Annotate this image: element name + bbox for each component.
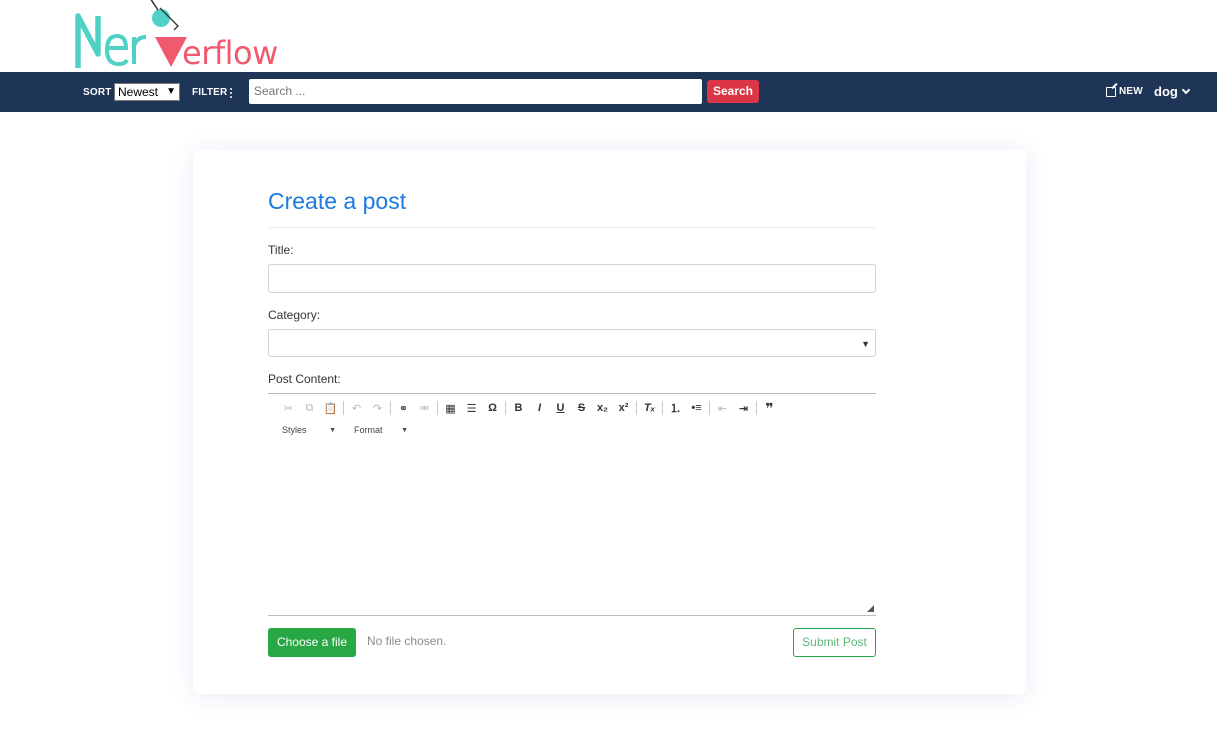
copy-icon[interactable]: ⧉ (299, 400, 320, 416)
search-button[interactable]: Search (707, 80, 759, 103)
link-icon[interactable]: ⚭ (393, 400, 414, 416)
toolbar-separator (437, 401, 438, 415)
strike-icon[interactable]: S (571, 400, 592, 416)
subscript-icon[interactable]: x₂ (592, 400, 613, 416)
toolbar-separator (343, 401, 344, 415)
dropdown-arrow-icon: ▼ (401, 427, 408, 434)
filter-label: FILTER (192, 87, 228, 98)
sort-select[interactable]: Newest ▼ (114, 83, 180, 101)
styles-combo[interactable]: Styles ▼ (282, 425, 336, 435)
remove-format-icon[interactable]: Tₓ (639, 400, 660, 416)
toolbar-separator (662, 401, 663, 415)
editor-top-border (268, 393, 876, 394)
page-title: Create a post (268, 188, 407, 214)
editor-bottom-border (268, 615, 876, 616)
numbered-list-icon[interactable]: ⒈ (665, 400, 686, 416)
toolbar-separator (709, 401, 710, 415)
title-divider (268, 227, 876, 228)
file-status: No file chosen. (367, 634, 447, 648)
superscript-icon[interactable]: x² (613, 400, 634, 416)
sort-label: SORT (83, 87, 112, 98)
horizontal-line-icon[interactable]: ☰ (461, 400, 482, 416)
top-navbar: SORT Newest ▼ FILTER Search NEW dog (0, 72, 1217, 112)
redo-icon[interactable]: ↷ (367, 400, 388, 416)
username: dog (1154, 84, 1178, 99)
create-post-card: Create a post Title: Category: ▼ Post Co… (193, 150, 1026, 694)
undo-icon[interactable]: ↶ (346, 400, 367, 416)
editor-combos: Styles ▼ Format ▼ (282, 425, 408, 435)
filter-button[interactable]: FILTER (192, 87, 233, 98)
unlink-icon[interactable]: ⚮ (414, 400, 435, 416)
new-post-button[interactable]: NEW (1106, 86, 1143, 97)
logo-bar: erflow (0, 0, 1217, 72)
new-label: NEW (1119, 86, 1143, 97)
chevron-down-icon (1181, 85, 1191, 94)
toolbar-separator (756, 401, 757, 415)
dropdown-arrow-icon: ▼ (166, 86, 176, 97)
submit-post-button[interactable]: Submit Post (793, 628, 876, 657)
sort-value: Newest (118, 85, 159, 99)
cut-icon[interactable]: ✂ (278, 400, 299, 416)
bold-icon[interactable]: B (508, 400, 529, 416)
paste-icon[interactable]: 📋 (320, 400, 341, 416)
table-icon[interactable]: ▦ (440, 400, 461, 416)
site-logo[interactable]: erflow (74, 0, 306, 72)
blockquote-icon[interactable]: ❞ (759, 400, 780, 416)
resize-handle-icon[interactable] (867, 605, 874, 612)
svg-text:erflow: erflow (182, 34, 278, 72)
indent-icon[interactable]: ⇥ (733, 400, 754, 416)
dropdown-arrow-icon: ▼ (861, 339, 870, 349)
choose-file-button[interactable]: Choose a file (268, 628, 356, 657)
edit-icon (1106, 86, 1116, 97)
search-input[interactable] (249, 79, 702, 104)
user-menu[interactable]: dog (1154, 84, 1191, 99)
editor-toolbar: ✂ ⧉ 📋 ↶ ↷ ⚭ ⚮ ▦ ☰ Ω B I U S x₂ x² Tₓ ⒈ •… (278, 400, 780, 416)
format-combo[interactable]: Format ▼ (354, 425, 408, 435)
underline-icon[interactable]: U (550, 400, 571, 416)
category-select[interactable]: ▼ (268, 329, 876, 357)
outdent-icon[interactable]: ⇤ (712, 400, 733, 416)
toolbar-separator (636, 401, 637, 415)
editor-content-area[interactable] (268, 442, 876, 612)
content-label: Post Content: (268, 372, 341, 386)
bulleted-list-icon[interactable]: •≡ (686, 400, 707, 416)
toolbar-separator (505, 401, 506, 415)
toolbar-separator (390, 401, 391, 415)
vertical-dots-icon (229, 87, 233, 98)
special-char-icon[interactable]: Ω (482, 400, 503, 416)
title-input[interactable] (268, 264, 876, 293)
category-label: Category: (268, 308, 321, 322)
dropdown-arrow-icon: ▼ (329, 427, 336, 434)
title-label: Title: (268, 243, 294, 257)
italic-icon[interactable]: I (529, 400, 550, 416)
